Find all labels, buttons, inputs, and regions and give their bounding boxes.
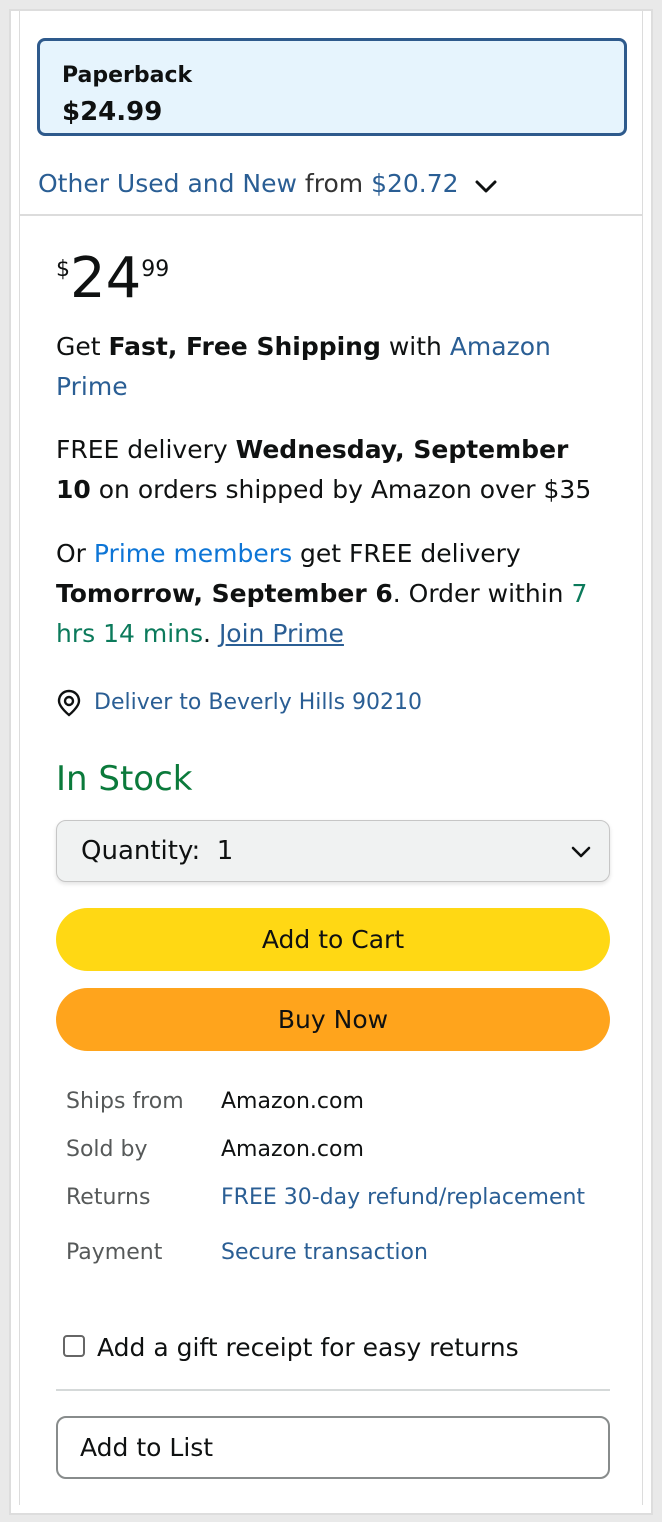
buy-box-panel: Paperback $24.99 Other Used and New from… bbox=[9, 9, 653, 1515]
other-offers-from: from bbox=[304, 169, 364, 198]
deliver-to-location[interactable]: Deliver to Beverly Hills 90210 bbox=[56, 689, 422, 717]
gift-receipt-checkbox[interactable] bbox=[63, 1335, 85, 1357]
other-offers-link[interactable]: Other Used and New bbox=[38, 169, 297, 198]
price-symbol: $ bbox=[56, 257, 70, 282]
prime-delivery-message: Or Prime members get FREE delivery Tomor… bbox=[56, 534, 596, 654]
ships-from-value: Amazon.com bbox=[221, 1089, 364, 1114]
buy-now-button[interactable]: Buy Now bbox=[56, 988, 610, 1051]
order-within-text: . Order within bbox=[392, 579, 572, 608]
gift-receipt-label[interactable]: Add a gift receipt for easy returns bbox=[97, 1333, 519, 1362]
prime-promo-prefix: Get bbox=[56, 332, 109, 361]
chevron-down-icon bbox=[571, 843, 591, 862]
section-divider bbox=[56, 1389, 610, 1391]
price: $2499 bbox=[56, 251, 169, 307]
sold-by-value: Amazon.com bbox=[221, 1137, 364, 1162]
free-delivery-message: FREE delivery Wednesday, September 10 on… bbox=[56, 430, 596, 510]
returns-policy-link[interactable]: FREE 30-day refund/replacement bbox=[221, 1185, 585, 1210]
other-offers-price[interactable]: $20.72 bbox=[371, 169, 458, 198]
prime-delivery-middle: get FREE delivery bbox=[292, 539, 521, 568]
ships-from-label: Ships from bbox=[66, 1089, 184, 1114]
quantity-value: 1 bbox=[216, 836, 234, 866]
prime-promo-middle: with bbox=[380, 332, 450, 361]
secure-transaction-link[interactable]: Secure transaction bbox=[221, 1240, 428, 1265]
join-prime-link[interactable]: Join Prime bbox=[219, 619, 344, 648]
prime-promo-bold: Fast, Free Shipping bbox=[108, 332, 381, 361]
prime-promo: Get Fast, Free Shipping with Amazon Prim… bbox=[56, 327, 596, 407]
free-delivery-prefix: FREE delivery bbox=[56, 435, 236, 464]
deliver-to-text[interactable]: Deliver to Beverly Hills 90210 bbox=[94, 690, 422, 715]
format-price: $24.99 bbox=[62, 97, 163, 127]
prime-delivery-prefix: Or bbox=[56, 539, 94, 568]
payment-label: Payment bbox=[66, 1240, 163, 1265]
prime-members-link[interactable]: Prime members bbox=[94, 539, 292, 568]
section-divider bbox=[20, 214, 642, 216]
quantity-label: Quantity: 1 bbox=[81, 836, 233, 866]
returns-label: Returns bbox=[66, 1185, 151, 1210]
format-option-paperback[interactable]: Paperback $24.99 bbox=[37, 38, 627, 136]
stock-status: In Stock bbox=[56, 759, 193, 799]
location-pin-icon bbox=[56, 689, 94, 717]
buy-box-inner bbox=[19, 11, 643, 1505]
quantity-select[interactable]: Quantity: 1 bbox=[56, 820, 610, 882]
gift-receipt-row[interactable]: Add a gift receipt for easy returns bbox=[63, 1333, 519, 1362]
prime-delivery-date: Tomorrow, September 6 bbox=[56, 579, 393, 608]
prime-delivery-dot: . bbox=[203, 619, 219, 648]
add-to-list-button[interactable]: Add to List bbox=[56, 1416, 610, 1479]
add-to-cart-button[interactable]: Add to Cart bbox=[56, 908, 610, 971]
quantity-label-text: Quantity: bbox=[81, 836, 201, 866]
chevron-down-icon[interactable] bbox=[475, 171, 497, 200]
sold-by-label: Sold by bbox=[66, 1137, 148, 1162]
price-fraction: 99 bbox=[141, 257, 170, 282]
format-name: Paperback bbox=[62, 63, 193, 88]
free-delivery-suffix: on orders shipped by Amazon over $35 bbox=[90, 475, 592, 504]
other-offers-row[interactable]: Other Used and New from $20.72 bbox=[38, 169, 497, 200]
price-whole: 24 bbox=[70, 246, 142, 311]
